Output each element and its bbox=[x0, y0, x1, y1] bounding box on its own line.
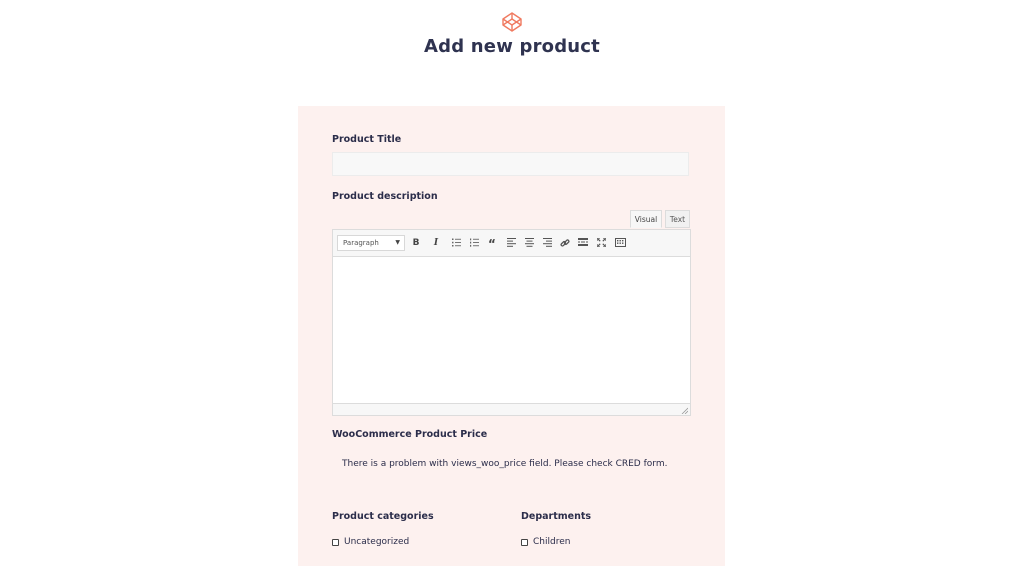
keyboard-icon bbox=[614, 238, 626, 247]
bold-icon: B bbox=[412, 238, 420, 248]
category-checkbox[interactable] bbox=[332, 538, 339, 546]
align-left-icon bbox=[506, 238, 516, 247]
align-right-button[interactable] bbox=[540, 235, 554, 251]
read-more-button[interactable] bbox=[576, 235, 590, 251]
blockquote-button[interactable]: “ bbox=[485, 235, 499, 251]
price-label: WooCommerce Product Price bbox=[332, 429, 488, 440]
department-label: Children bbox=[533, 537, 571, 547]
department-checkbox-row[interactable]: Children bbox=[521, 537, 570, 547]
category-label: Uncategorized bbox=[344, 537, 410, 547]
bold-button[interactable]: B bbox=[409, 235, 423, 251]
category-checkbox-row[interactable]: Uncategorized bbox=[332, 537, 409, 547]
format-select[interactable]: Paragraph ▼ bbox=[337, 235, 405, 251]
page-title: Add new product bbox=[424, 36, 600, 57]
format-select-value: Paragraph bbox=[343, 239, 379, 247]
editor-statusbar bbox=[333, 403, 690, 415]
tab-text[interactable]: Text bbox=[665, 210, 690, 228]
align-center-icon bbox=[524, 238, 534, 247]
tab-visual[interactable]: Visual bbox=[630, 210, 662, 228]
description-editor: Paragraph ▼ B I “ bbox=[332, 229, 691, 416]
bulleted-list-button[interactable] bbox=[449, 235, 463, 251]
align-left-button[interactable] bbox=[504, 235, 518, 251]
toolbar-toggle-button[interactable] bbox=[613, 235, 627, 251]
numbered-list-icon bbox=[469, 238, 479, 247]
fullscreen-button[interactable] bbox=[594, 235, 608, 251]
department-checkbox[interactable] bbox=[521, 538, 528, 546]
product-title-label: Product Title bbox=[332, 134, 402, 145]
product-form: Product Title Product description Visual… bbox=[298, 106, 725, 566]
align-right-icon bbox=[542, 238, 552, 247]
price-error-message: There is a problem with views_woo_price … bbox=[342, 459, 668, 469]
product-title-input[interactable] bbox=[332, 152, 689, 176]
link-icon bbox=[560, 239, 570, 247]
chevron-down-icon: ▼ bbox=[395, 239, 400, 246]
align-center-button[interactable] bbox=[522, 235, 536, 251]
blockquote-icon: “ bbox=[488, 237, 496, 251]
numbered-list-button[interactable] bbox=[467, 235, 481, 251]
categories-label: Product categories bbox=[332, 511, 434, 522]
product-description-label: Product description bbox=[332, 191, 438, 202]
codepen-logo-icon bbox=[501, 11, 523, 33]
link-button[interactable] bbox=[558, 235, 572, 251]
editor-toolbar: Paragraph ▼ B I “ bbox=[333, 230, 690, 257]
departments-label: Departments bbox=[521, 511, 592, 522]
italic-icon: I bbox=[433, 238, 439, 248]
bulleted-list-icon bbox=[451, 238, 461, 247]
editor-content-area[interactable] bbox=[333, 257, 690, 403]
read-more-icon bbox=[578, 238, 588, 246]
fullscreen-icon bbox=[596, 238, 606, 247]
italic-button[interactable]: I bbox=[429, 235, 443, 251]
resize-handle-icon[interactable] bbox=[680, 406, 688, 414]
